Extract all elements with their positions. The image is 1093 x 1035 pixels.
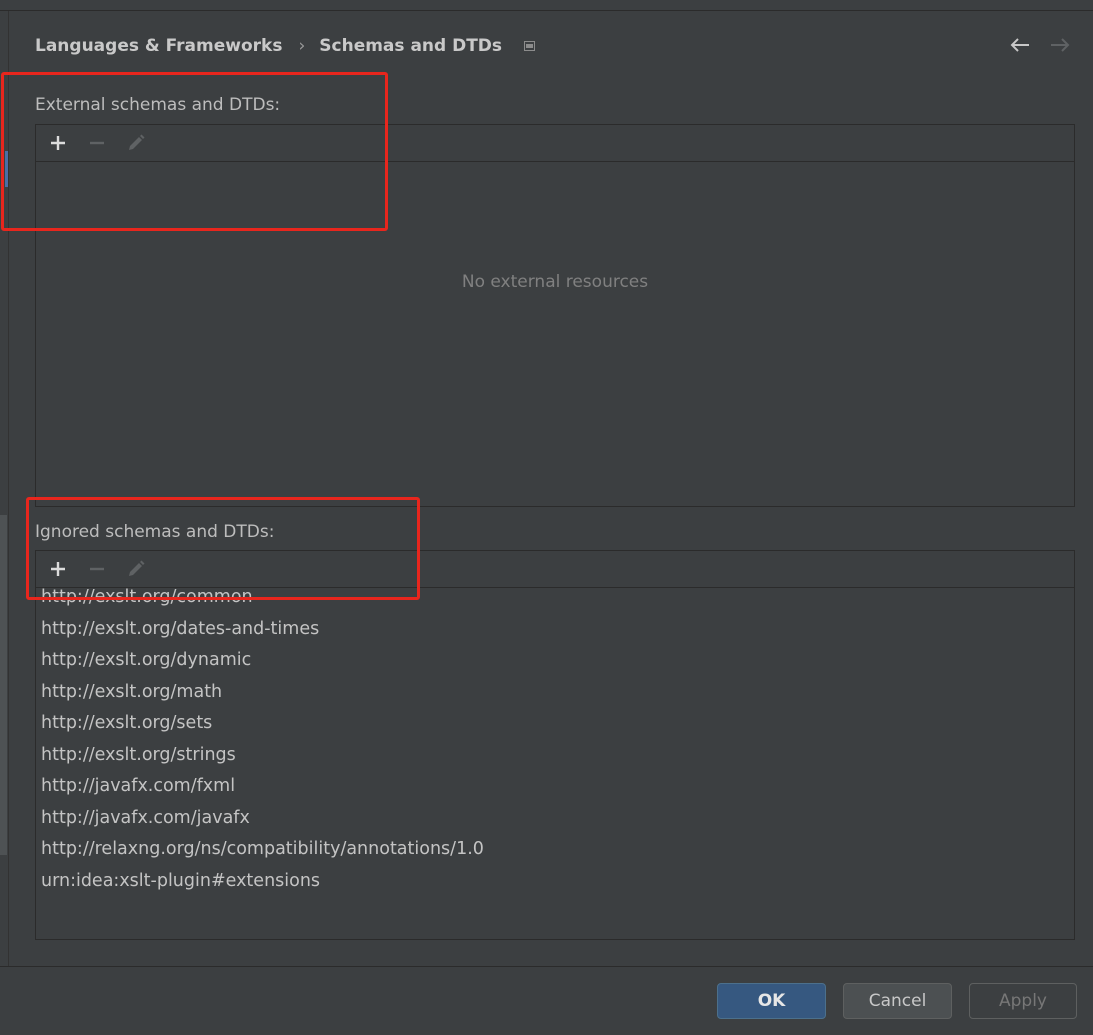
list-item[interactable]: urn:idea:xslt-plugin#extensions <box>36 866 1074 898</box>
list-item[interactable]: http://exslt.org/math <box>36 677 1074 709</box>
footer-divider <box>0 966 1093 967</box>
project-scope-icon <box>524 41 536 51</box>
breadcrumb-parent[interactable]: Languages & Frameworks <box>35 36 282 56</box>
breadcrumb-current: Schemas and DTDs <box>319 36 503 56</box>
ignored-schemas-list: http://exslt.org/common http://exslt.org… <box>36 582 1074 897</box>
back-button[interactable] <box>1008 32 1032 58</box>
list-item[interactable]: http://exslt.org/dynamic <box>36 645 1074 677</box>
forward-button[interactable] <box>1048 32 1072 58</box>
list-item[interactable]: http://javafx.com/fxml <box>36 771 1074 803</box>
list-item[interactable]: http://relaxng.org/ns/compatibility/anno… <box>36 834 1074 866</box>
cancel-button[interactable]: Cancel <box>843 983 952 1019</box>
external-empty-text: No external resources <box>461 272 649 292</box>
annotation-box-ignored <box>26 497 420 600</box>
list-item[interactable]: http://exslt.org/strings <box>36 740 1074 772</box>
window-top-border <box>0 0 1093 11</box>
breadcrumb: Languages & Frameworks › Schemas and DTD… <box>35 33 536 59</box>
ignored-schemas-panel: http://exslt.org/common http://exslt.org… <box>35 550 1075 940</box>
breadcrumb-separator: › <box>298 36 306 56</box>
apply-button[interactable]: Apply <box>969 983 1077 1019</box>
list-item[interactable]: http://exslt.org/sets <box>36 708 1074 740</box>
list-item[interactable]: http://javafx.com/javafx <box>36 803 1074 835</box>
annotation-box-external <box>1 72 388 231</box>
list-item[interactable]: http://exslt.org/dates-and-times <box>36 614 1074 646</box>
arrow-right-icon <box>1051 38 1070 52</box>
tree-scrollbar[interactable] <box>0 515 7 855</box>
arrow-left-icon <box>1010 38 1029 52</box>
ok-button[interactable]: OK <box>717 983 826 1019</box>
